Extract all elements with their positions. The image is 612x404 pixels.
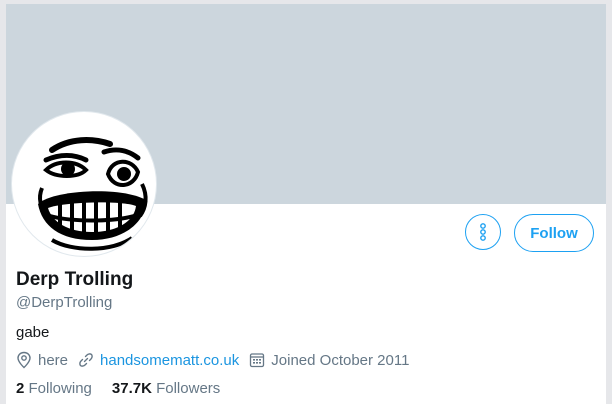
website-item[interactable]: handsomematt.co.uk [78,352,239,369]
website-link[interactable]: handsomematt.co.uk [100,352,239,369]
followers-stat[interactable]: 37.7K Followers [112,380,220,397]
followers-count: 37.7K [111,380,152,397]
location-item: here [16,351,68,369]
troll-face-avatar-image [38,137,148,251]
more-options-button[interactable] [465,214,501,250]
bio: gabe [16,324,50,341]
calendar-icon [250,353,265,368]
following-stat[interactable]: 2 Following [16,380,92,397]
username-handle: @DerpTrolling [16,294,113,311]
link-icon [79,353,93,367]
joined-date: Joined October 2011 [271,351,410,369]
joined-item: Joined October 2011 [249,352,409,369]
location-pin-icon [17,351,31,369]
more-vertical-icon [480,223,486,241]
follow-button[interactable]: Follow [514,214,594,252]
profile-meta: here handsomematt.co.uk Joined October 2… [16,350,419,370]
following-label: Following [28,380,92,397]
location-text: here [38,351,69,369]
profile-stats: 2 Following 37.7K Followers [16,380,240,397]
profile-card: Follow Derp Trolling @DerpTrolling gabe … [6,4,606,404]
display-name: Derp Trolling [16,269,134,290]
avatar[interactable] [12,112,156,256]
followers-label: Followers [156,380,221,397]
following-count: 2 [16,380,25,397]
